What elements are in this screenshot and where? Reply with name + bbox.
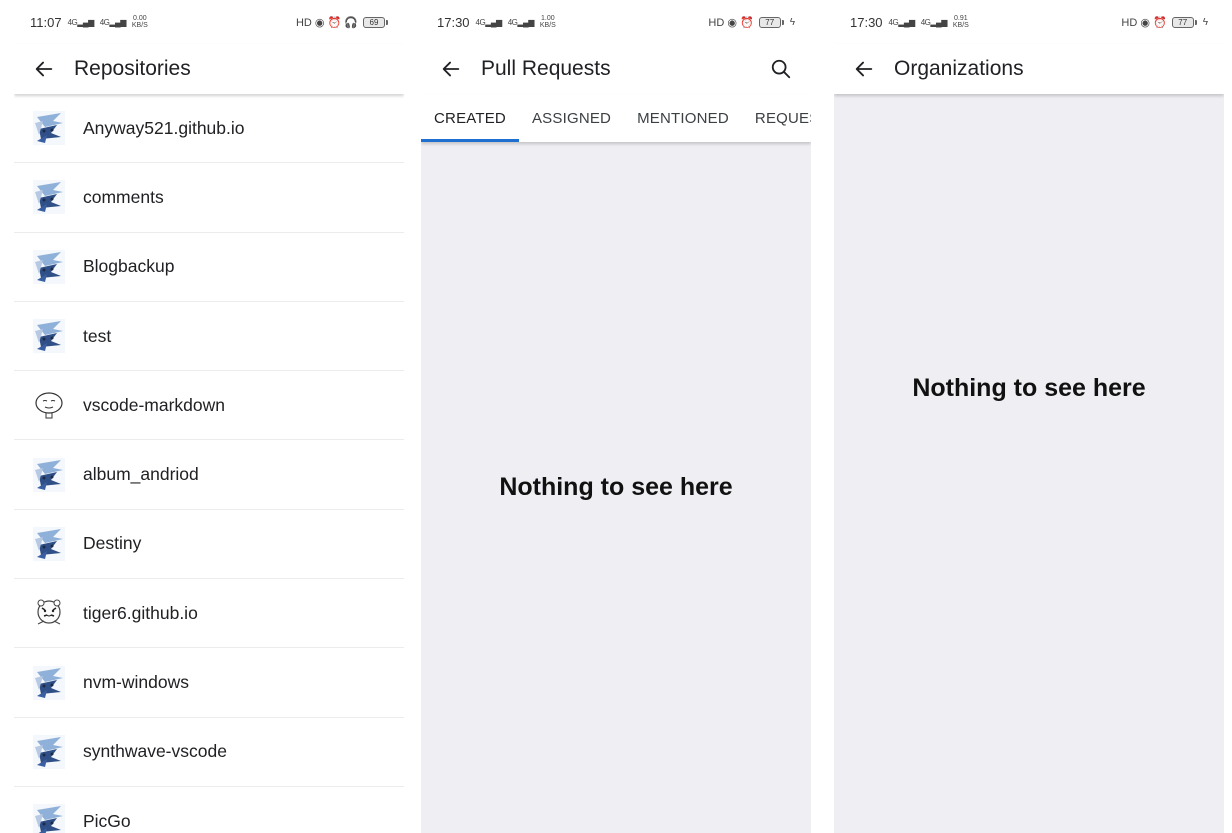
- repo-list-item[interactable]: Anyway521.github.io: [14, 94, 404, 164]
- repo-name: tiger6.github.io: [83, 602, 198, 623]
- repo-name: Anyway521.github.io: [83, 117, 245, 138]
- repo-list-item[interactable]: nvm-windows: [14, 648, 404, 718]
- status-indicators: HD ◉ ⏰: [708, 16, 754, 29]
- repo-name: Destiny: [83, 533, 142, 554]
- anime-avatar-icon: [30, 802, 68, 833]
- page-title: Pull Requests: [481, 57, 611, 80]
- repo-name: comments: [83, 186, 164, 207]
- repo-name: test: [83, 325, 112, 346]
- repo-name: PicGo: [83, 810, 131, 831]
- repo-list-item[interactable]: synthwave-vscode: [14, 718, 404, 787]
- empty-message: Nothing to see here: [499, 473, 733, 501]
- tab-bar: CREATEDASSIGNEDMENTIONEDREQUESTED: [421, 94, 811, 142]
- back-arrow-icon[interactable]: [437, 55, 465, 83]
- status-indicators: HD ◉ ⏰: [1121, 16, 1167, 29]
- pull-requests-screen: 17:30 4G▂▄▆ 4G▂▄▆ 1.00 KB/S HD ◉ ⏰ 77 ϟ P…: [421, 0, 811, 833]
- repo-name: synthwave-vscode: [83, 741, 227, 762]
- charging-icon: ϟ: [789, 16, 795, 28]
- status-bar: 17:30 4G▂▄▆ 4G▂▄▆ 1.00 KB/S HD ◉ ⏰ 77 ϟ: [421, 0, 811, 44]
- tab-mentioned[interactable]: MENTIONED: [624, 94, 742, 142]
- repo-list-item[interactable]: Destiny: [14, 510, 404, 580]
- network-speed: 0.91 KB/S: [952, 15, 969, 29]
- repo-list-item[interactable]: Blogbackup: [14, 233, 404, 302]
- empty-state: Nothing to see here: [834, 94, 1224, 833]
- tab-requested[interactable]: REQUESTED: [742, 94, 811, 142]
- anime-avatar-icon: [30, 525, 68, 563]
- page-title: Organizations: [894, 57, 1024, 80]
- signal-icon: 4G▂▄▆: [99, 17, 127, 27]
- anime-avatar-icon: [30, 178, 68, 216]
- repo-list-item[interactable]: comments: [14, 163, 404, 233]
- signal-icon: 4G▂▄▆: [67, 17, 95, 27]
- repo-name: Blogbackup: [83, 256, 175, 277]
- repository-list: Anyway521.github.io comments Blogbackup tes…: [14, 94, 404, 833]
- anime-avatar-icon: [30, 109, 68, 147]
- repo-list-item[interactable]: tiger6.github.io: [14, 579, 404, 649]
- repo-name: album_andriod: [83, 464, 199, 485]
- back-arrow-icon[interactable]: [30, 55, 58, 83]
- status-bar: 11:07 4G▂▄▆ 4G▂▄▆ 0.00 KB/S HD ◉ ⏰ 🎧 69: [14, 0, 404, 44]
- anime-avatar-icon: [30, 664, 68, 702]
- charging-icon: ϟ: [1202, 16, 1208, 28]
- sketch-face-avatar-icon: [30, 386, 68, 424]
- signal-icon: 4G▂▄▆: [507, 17, 535, 27]
- repo-list-item[interactable]: test: [14, 302, 404, 372]
- repositories-screen: 11:07 4G▂▄▆ 4G▂▄▆ 0.00 KB/S HD ◉ ⏰ 🎧 69 R…: [14, 0, 404, 833]
- repo-list-item[interactable]: vscode-markdown: [14, 371, 404, 441]
- app-bar: Repositories: [14, 44, 404, 94]
- status-time: 17:30: [850, 14, 883, 30]
- network-speed: 0.00 KB/S: [131, 15, 148, 29]
- repo-name: nvm-windows: [83, 672, 189, 693]
- repo-list-item[interactable]: PicGo: [14, 787, 404, 833]
- tab-created[interactable]: CREATED: [421, 94, 519, 142]
- empty-state: Nothing to see here: [421, 142, 811, 833]
- repo-list-item[interactable]: album_andriod: [14, 440, 404, 510]
- anime-avatar-icon: [30, 733, 68, 771]
- back-arrow-icon[interactable]: [850, 55, 878, 83]
- signal-icon: 4G▂▄▆: [475, 17, 503, 27]
- battery-icon: 69: [363, 16, 388, 28]
- status-time: 17:30: [437, 14, 470, 30]
- anime-avatar-icon: [30, 456, 68, 494]
- anime-avatar-icon: [30, 317, 68, 355]
- tab-assigned[interactable]: ASSIGNED: [519, 94, 624, 142]
- battery-icon: 77: [1171, 16, 1197, 28]
- battery-icon: 77: [758, 16, 784, 28]
- signal-icon: 4G▂▄▆: [920, 17, 948, 27]
- status-indicators: HD ◉ ⏰ 🎧: [295, 16, 358, 29]
- app-bar: Pull Requests: [421, 44, 811, 94]
- organizations-screen: 17:30 4G▂▄▆ 4G▂▄▆ 0.91 KB/S HD ◉ ⏰ 77 ϟ O…: [834, 0, 1224, 833]
- anime-avatar-icon: [30, 248, 68, 286]
- empty-message: Nothing to see here: [912, 374, 1146, 402]
- status-bar: 17:30 4G▂▄▆ 4G▂▄▆ 0.91 KB/S HD ◉ ⏰ 77 ϟ: [834, 0, 1224, 44]
- tiger-avatar-icon: [30, 594, 68, 632]
- search-icon[interactable]: [767, 55, 795, 83]
- signal-icon: 4G▂▄▆: [888, 17, 916, 27]
- status-time: 11:07: [30, 14, 62, 30]
- page-title: Repositories: [74, 57, 191, 80]
- app-bar: Organizations: [834, 44, 1224, 94]
- network-speed: 1.00 KB/S: [539, 15, 556, 29]
- repo-name: vscode-markdown: [83, 394, 225, 415]
